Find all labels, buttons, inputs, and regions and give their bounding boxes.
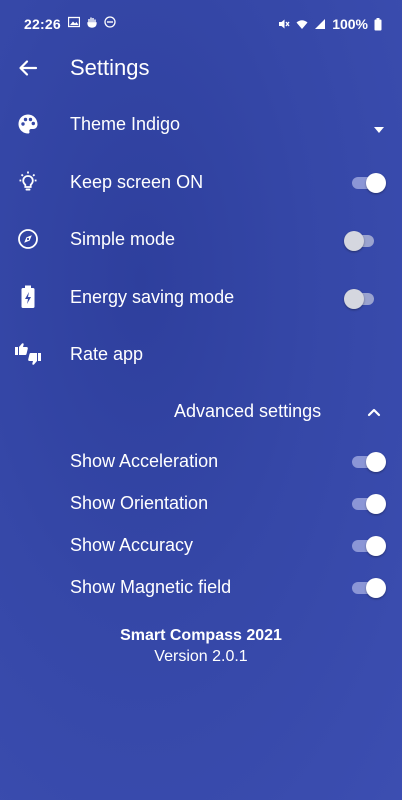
rate-app-row[interactable]: Rate app: [0, 327, 402, 383]
simple-mode-switch[interactable]: [344, 231, 374, 251]
show-acceleration-switch[interactable]: [352, 452, 386, 472]
show-magnetic-field-label: Show Magnetic field: [70, 577, 232, 597]
back-arrow-icon: [19, 60, 38, 76]
dropdown-arrow-icon[interactable]: [374, 120, 384, 138]
list-item: Show Acceleration: [0, 440, 402, 482]
switch-knob: [366, 173, 386, 193]
energy-saving-row: Energy saving mode: [0, 270, 402, 326]
back-button[interactable]: [14, 54, 42, 82]
battery-icon: [374, 17, 382, 30]
page-title: Settings: [70, 55, 150, 80]
show-magnetic-field-switch[interactable]: [352, 578, 386, 598]
advanced-settings-header[interactable]: Advanced settings: [0, 385, 402, 437]
switch-knob: [366, 452, 386, 472]
switch-knob: [366, 578, 386, 598]
simple-mode-label: Simple mode: [70, 229, 176, 249]
switch-knob: [366, 536, 386, 556]
do-not-disturb-icon: [104, 16, 116, 28]
show-acceleration-label: Show Acceleration: [70, 451, 219, 471]
theme-label: Theme Indigo: [70, 114, 181, 134]
signal-icon: [315, 19, 326, 29]
lightbulb-icon: [14, 168, 42, 196]
list-item: Show Magnetic field: [0, 566, 402, 608]
wifi-icon: [296, 20, 308, 29]
show-accuracy-switch[interactable]: [352, 536, 386, 556]
energy-saving-label: Energy saving mode: [70, 287, 235, 307]
switch-knob: [366, 494, 386, 514]
status-left-icons: [68, 16, 116, 28]
battery-charging-icon: [14, 283, 42, 311]
status-time: 22:26: [24, 16, 61, 32]
image-icon: [68, 16, 80, 28]
switch-knob: [344, 231, 364, 251]
hand-icon: [87, 17, 97, 28]
simple-mode-row: Simple mode: [0, 212, 402, 268]
keep-screen-row: Keep screen ON: [0, 154, 402, 210]
thumbs-icon: [14, 340, 42, 368]
list-item: Show Orientation: [0, 482, 402, 524]
app-version: Version 2.0.1: [154, 648, 248, 665]
status-bar: 22:26 100%: [0, 0, 402, 48]
compass-icon: [14, 225, 42, 253]
list-item: Show Accuracy: [0, 524, 402, 566]
chevron-up-icon[interactable]: [367, 404, 381, 422]
switch-knob: [344, 289, 364, 309]
keep-screen-switch[interactable]: [352, 173, 386, 193]
mute-icon: [279, 19, 290, 29]
palette-icon: [14, 110, 42, 138]
status-right-icons: 100%: [278, 16, 382, 32]
app-name: Smart Compass 2021: [120, 627, 282, 644]
show-orientation-switch[interactable]: [352, 494, 386, 514]
rate-app-label: Rate app: [70, 344, 144, 364]
keep-screen-label: Keep screen ON: [70, 172, 204, 192]
theme-setting-row[interactable]: Theme Indigo: [0, 96, 402, 152]
battery-percent: 100%: [332, 16, 368, 32]
advanced-settings-label: Advanced settings: [174, 401, 322, 421]
energy-saving-switch[interactable]: [344, 289, 374, 309]
show-accuracy-label: Show Accuracy: [70, 535, 194, 555]
advanced-settings-list: Show Acceleration Show Orientation Show …: [0, 440, 402, 610]
show-orientation-label: Show Orientation: [70, 493, 209, 513]
